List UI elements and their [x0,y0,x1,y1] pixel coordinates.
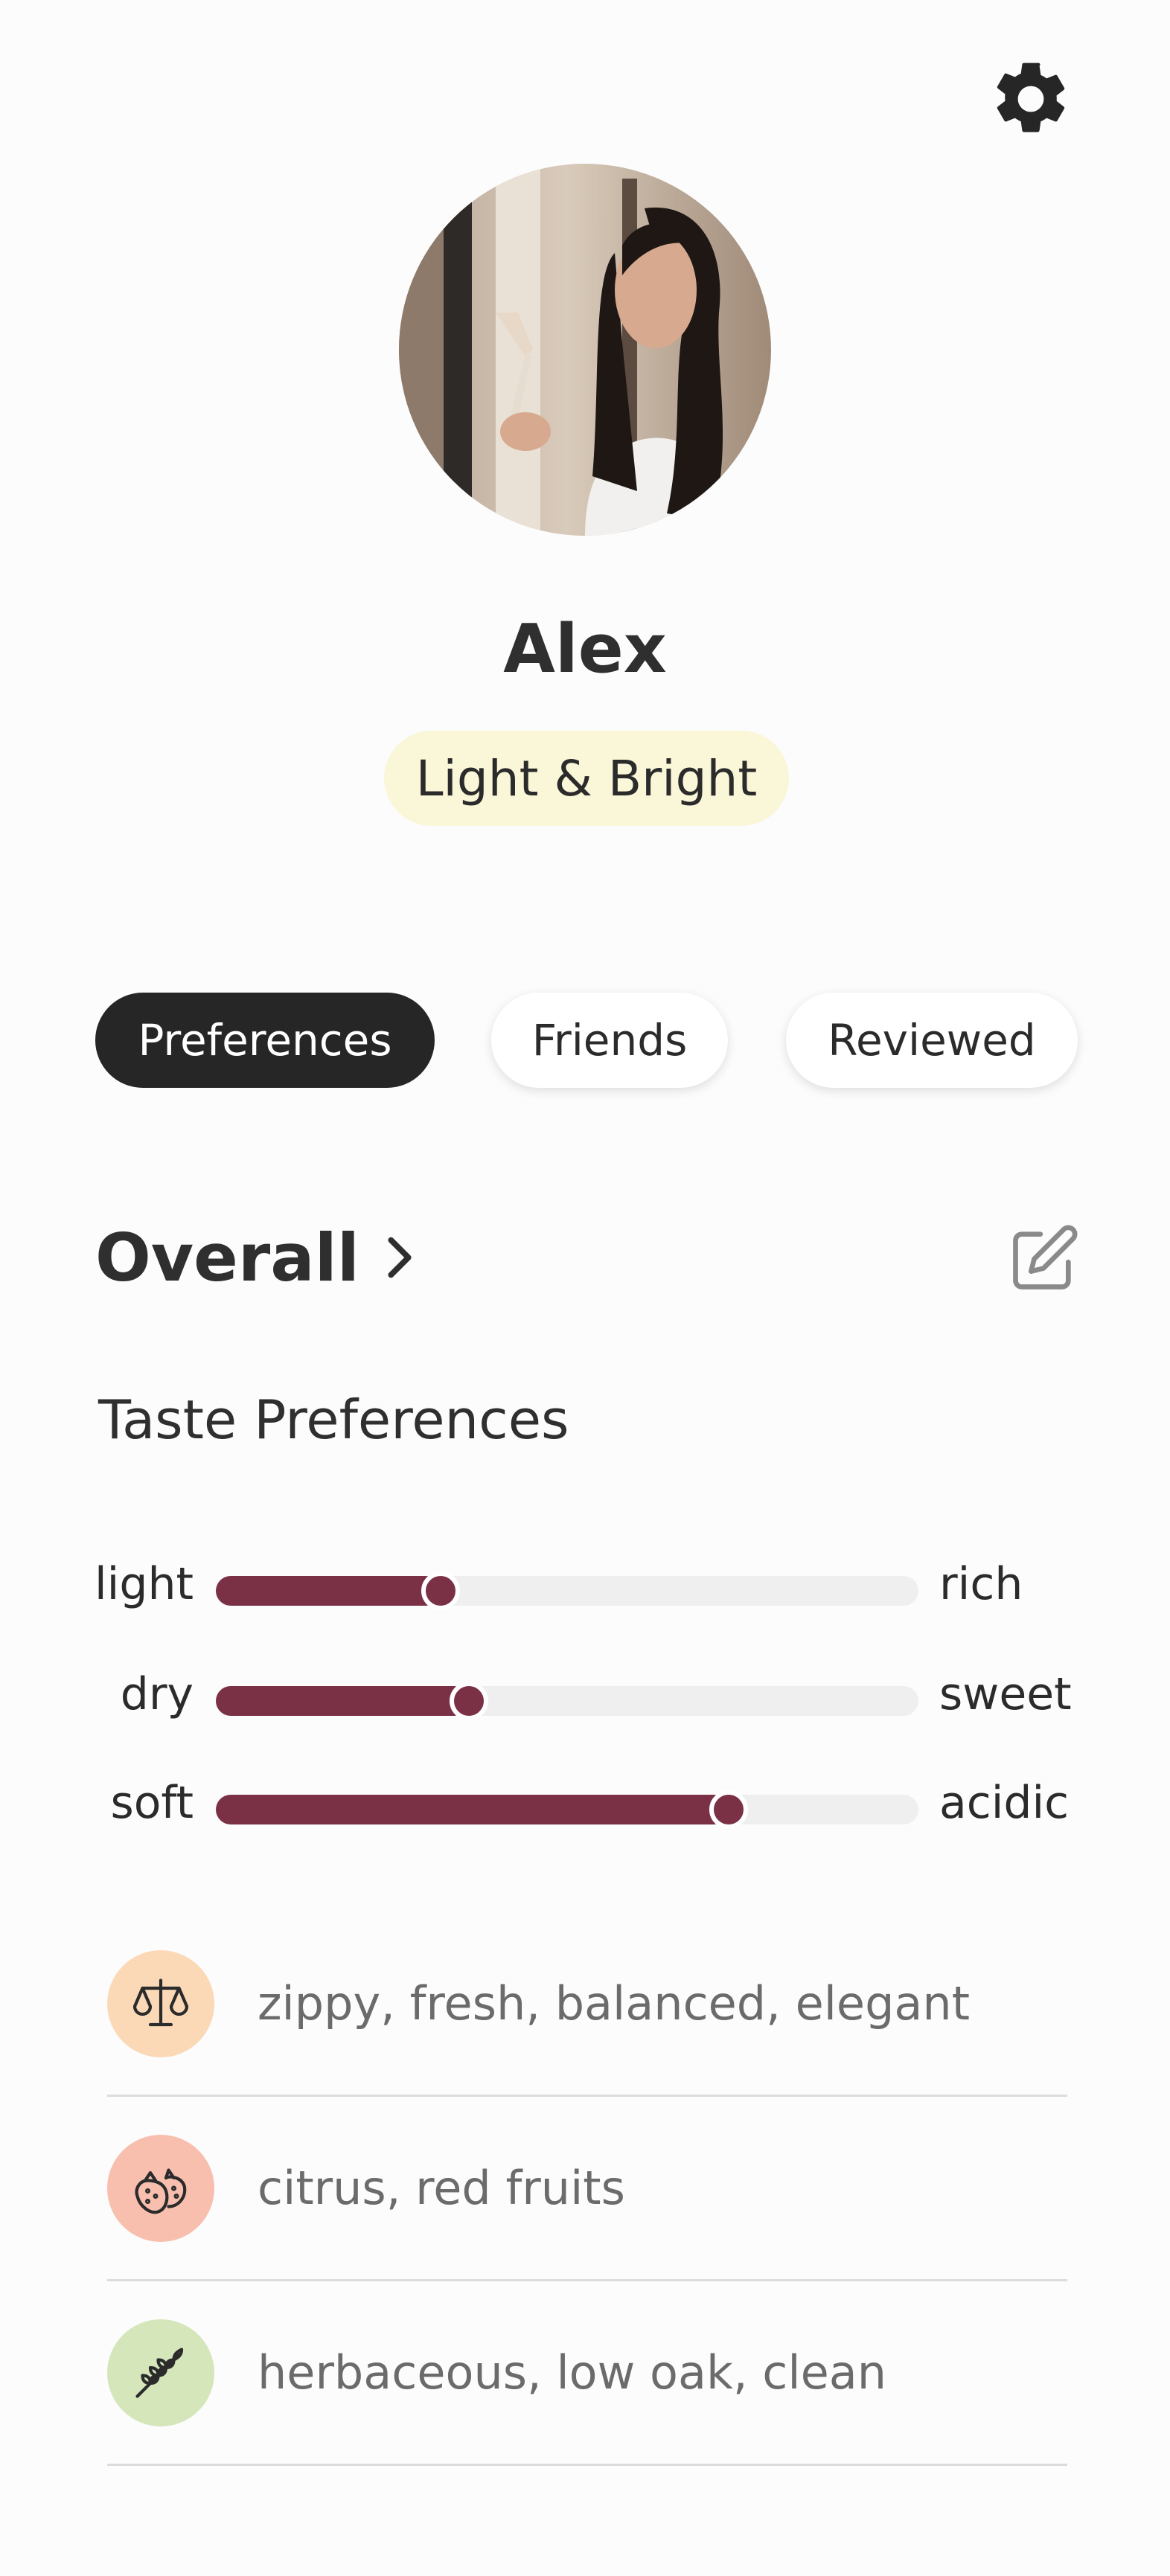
note-icon-circle [107,1949,214,2057]
soft-acidic-slider[interactable] [216,1790,918,1829]
slider-fill [216,1795,729,1824]
slider-left-label: dry [120,1668,194,1720]
overall-link[interactable]: Overall [95,1213,418,1302]
tab-preferences[interactable]: Preferences [95,993,435,1088]
wheat-icon [135,2347,184,2398]
slider-thumb[interactable] [421,1571,461,1610]
slider-right-label: rich [939,1558,1023,1610]
note-icon-circle [107,2319,214,2426]
slider-left-label: light [95,1558,194,1610]
note-icon-circle [107,2134,214,2242]
profile-name: Alex [503,610,667,688]
light-rich-slider[interactable] [216,1571,918,1610]
overall-title: Overall [95,1219,359,1296]
slider-left-label: soft [110,1777,194,1829]
note-text: citrus, red fruits [258,2161,625,2215]
slider-fill [216,1576,441,1606]
edit-button[interactable] [1006,1222,1081,1296]
slider-fill [216,1686,469,1716]
slider-right-label: acidic [939,1777,1070,1829]
chevron-right-icon [382,1231,418,1284]
avatar[interactable] [399,164,771,536]
list-item[interactable]: herbaceous, low oak, clean [107,2281,1067,2466]
badge-label: Light & Bright [415,749,758,807]
gear-icon [997,63,1065,132]
tab-label: Friends [531,1015,688,1066]
scales-icon [132,1978,189,2026]
list-item[interactable]: zippy, fresh, balanced, elegant [107,1912,1067,2097]
tab-friends[interactable]: Friends [491,993,728,1088]
note-text: zippy, fresh, balanced, elegant [258,1976,971,2031]
slider-thumb[interactable] [449,1682,488,1720]
note-text: herbaceous, low oak, clean [258,2345,887,2400]
tab-label: Reviewed [828,1015,1036,1066]
list-item[interactable]: citrus, red fruits [107,2097,1067,2281]
tab-label: Preferences [138,1015,392,1066]
dry-sweet-slider[interactable] [216,1682,918,1720]
slider-right-label: sweet [939,1668,1072,1720]
profile-style-badge: Light & Bright [384,731,789,826]
section-title: Taste Preferences [98,1388,569,1451]
settings-button[interactable] [982,51,1079,147]
profile-photo [399,164,771,536]
strawberry-icon [135,2168,187,2214]
edit-icon [1013,1225,1078,1289]
tab-reviewed[interactable]: Reviewed [786,993,1078,1088]
slider-thumb[interactable] [709,1790,749,1829]
